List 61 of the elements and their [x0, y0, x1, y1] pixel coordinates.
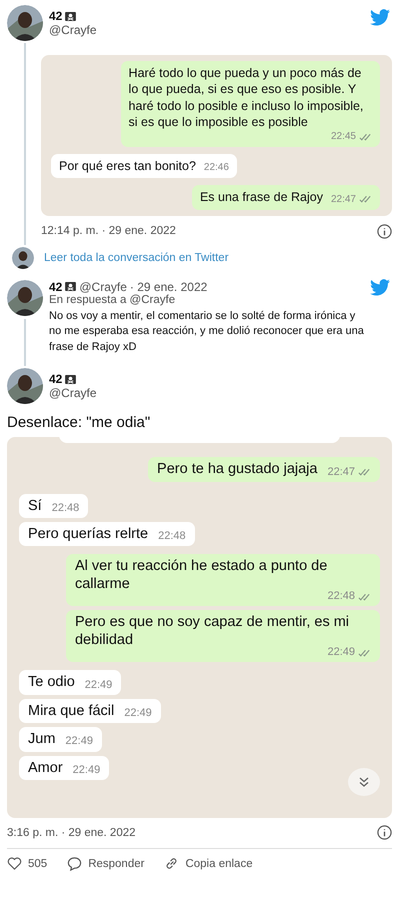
message-time: 22:48 [52, 502, 80, 516]
message-text: Al ver tu reacción he estado a punto de callarme [74, 558, 328, 594]
message-text: Es una frase de Rajoy [200, 189, 323, 206]
user-handle[interactable]: @Crayfe [79, 280, 127, 294]
bird-icon [370, 278, 390, 296]
message-text: Pero querías relrte [28, 526, 148, 544]
double-check-icon [359, 195, 372, 203]
like-count: 505 [28, 858, 48, 870]
message-time: 22:49 [124, 707, 152, 720]
pirate-flag-icon [65, 12, 76, 20]
tweet-date: · 29 ene. 2022 [130, 280, 208, 294]
avatar[interactable] [7, 5, 43, 41]
message-text: Haré todo lo que pueda y un poco más de lo que pueda, si es que eso es posible. Y haré todo lo posible e incluso lo imposible, si es que lo imposible es posible [128, 65, 364, 130]
message-text: Pero es que no soy capaz de mentir, es mi debilidad [74, 614, 350, 648]
reply-button[interactable]: Responder [67, 856, 144, 872]
double-check-icon [358, 648, 371, 657]
message-time: 22:48 [327, 590, 355, 604]
avatar[interactable] [7, 368, 43, 404]
info-icon[interactable] [377, 825, 392, 840]
speech-bubble-icon[interactable] [67, 856, 82, 872]
link-icon[interactable] [164, 856, 180, 872]
reply-to-text: En respuesta a @Crayfe [49, 294, 176, 306]
read-conversation-link[interactable]: Leer toda la conversación en Twitter [44, 252, 229, 264]
message-time: 22:49 [72, 764, 100, 777]
double-check-icon [358, 592, 371, 601]
tweet-text: No os voy a mentir, el comentario se lo solté de forma irónica y no me esperaba esa reacción, y me dolió reconocer que era una frase de Rajoy xD [49, 308, 365, 356]
message-text: Amor [28, 760, 63, 777]
message-time: 22:48 [158, 530, 186, 544]
bird-icon [370, 9, 390, 26]
avatar[interactable] [7, 280, 43, 316]
double-check-icon [358, 468, 371, 476]
message-text: Sí [28, 498, 42, 516]
message-text: Te odio [28, 674, 75, 692]
message-time: 22:47 [327, 466, 355, 479]
message-time: 22:45 [330, 130, 356, 143]
info-icon[interactable] [377, 224, 392, 238]
user-handle[interactable]: @Crayfe [49, 23, 97, 37]
pirate-flag-icon [65, 282, 76, 291]
user-name: 42 [49, 372, 62, 386]
pirate-flag-icon [65, 374, 76, 384]
user-name: 42 [49, 9, 62, 23]
message-time: 22:46 [204, 161, 229, 174]
message-text: Pero te ha gustado jajaja [157, 461, 318, 479]
heart-icon[interactable] [7, 856, 22, 872]
copy-link-button[interactable]: Copia enlace [164, 856, 253, 872]
double-check-icon [359, 132, 372, 140]
tweet-timestamp[interactable]: 12:14 p. m. · 29 ene. 2022 [41, 225, 176, 237]
message-text: Mira que fácil [28, 702, 114, 720]
message-text: Por qué eres tan bonito? [59, 158, 196, 174]
user-handle[interactable]: @Crayfe [49, 386, 97, 400]
message-text: Jum [28, 731, 56, 749]
chevrons-down-icon[interactable] [358, 776, 370, 788]
message-time: 22:49 [65, 735, 93, 749]
message-time: 22:49 [84, 678, 112, 692]
scroll-down-button[interactable] [348, 768, 380, 796]
message-time: 22:49 [327, 646, 355, 660]
message-time: 22:47 [330, 192, 356, 206]
tweet-text: Desenlace: "me odia" [7, 414, 152, 432]
user-name: 42 [49, 280, 62, 294]
tweet-timestamp[interactable]: 3:16 p. m. · 29 ene. 2022 [7, 826, 136, 839]
avatar[interactable] [12, 246, 34, 268]
